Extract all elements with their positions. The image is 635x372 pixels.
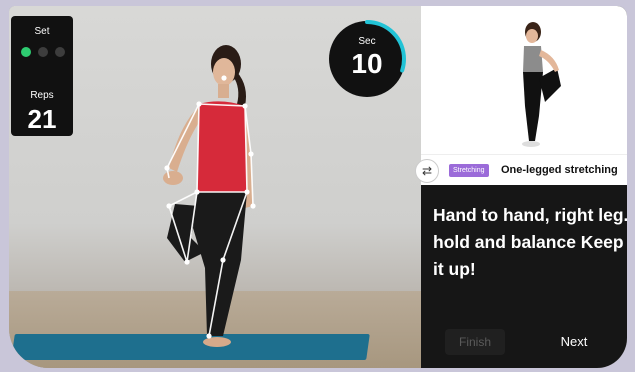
reps-label: Reps	[30, 90, 54, 101]
timer-label: Sec	[358, 36, 376, 47]
exercise-instruction: Hand to hand, right leg. hold and balanc…	[433, 205, 627, 279]
set-dot-2	[38, 47, 48, 57]
exercise-title-bar: ⇄ Stretching One-legged stretching	[415, 154, 627, 185]
timer-seconds: 10	[351, 48, 383, 79]
tank-top	[197, 101, 247, 194]
set-dot-1	[21, 47, 31, 57]
set-progress-dots	[21, 47, 65, 57]
category-badge: Stretching	[449, 164, 489, 177]
set-dot-3	[55, 47, 65, 57]
demo-figure	[522, 22, 561, 147]
next-button[interactable]: Next	[531, 329, 617, 355]
exercise-name: One-legged stretching	[501, 164, 618, 176]
swap-icon[interactable]: ⇄	[415, 159, 439, 183]
finish-button[interactable]: Finish	[445, 329, 505, 355]
face	[213, 58, 235, 86]
standing-foot	[203, 337, 231, 347]
neck	[218, 84, 229, 98]
set-reps-card: Set Reps 21	[11, 16, 73, 136]
raised-foot	[163, 171, 183, 185]
countdown-timer: Sec 10	[327, 19, 407, 99]
reps-count: 21	[27, 104, 57, 134]
exercise-panel: ⇄ Stretching One-legged stretching Hand …	[415, 6, 627, 368]
set-label: Set	[34, 26, 50, 37]
app-screen: Set Reps 21 Sec 10 ⇄ Stretching One-legg…	[9, 6, 627, 368]
ponytail	[233, 72, 246, 106]
camera-view: Set Reps 21 Sec 10	[9, 6, 421, 368]
exercise-demo-image	[421, 6, 627, 154]
